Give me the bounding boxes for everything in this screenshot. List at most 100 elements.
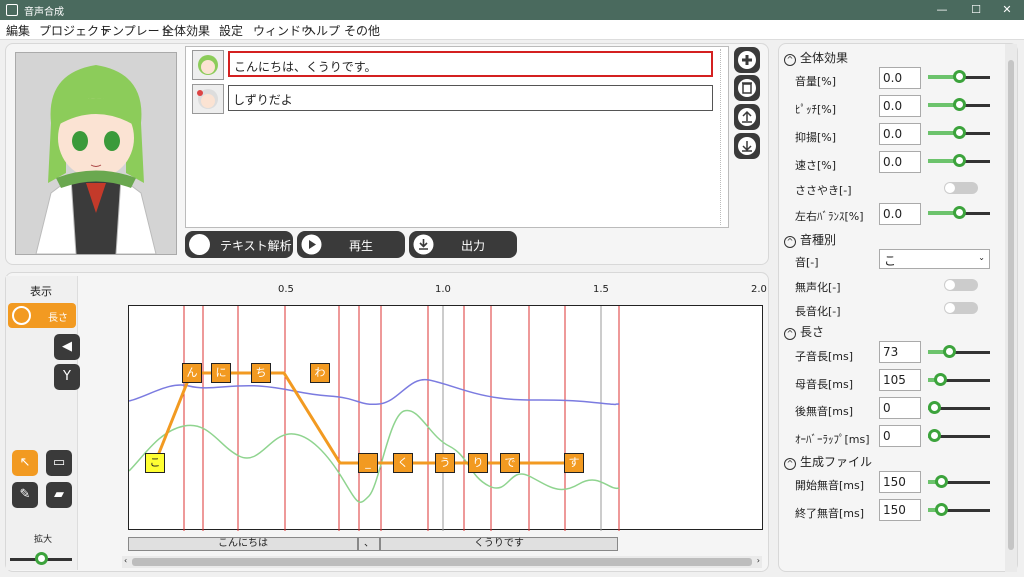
mora-box[interactable]: に <box>211 363 231 383</box>
consonant-length-input[interactable]: 73 <box>879 341 921 363</box>
slider-knob[interactable] <box>928 429 941 442</box>
end-silence-input[interactable]: 150 <box>879 499 921 521</box>
text-input-1[interactable]: こんにちは、くうりです。 <box>228 51 713 77</box>
menu-settings[interactable]: 設定 <box>219 22 243 39</box>
speed-input[interactable]: 0.0 <box>879 151 921 173</box>
post-silence-slider[interactable] <box>928 401 990 415</box>
output-file-header[interactable]: ^ 生成ファイル <box>784 453 872 470</box>
pitch-input[interactable]: 0.0 <box>879 95 921 117</box>
move-down-button[interactable] <box>734 133 760 159</box>
slider-knob[interactable] <box>934 373 947 386</box>
scrollbar-thumb[interactable] <box>1008 60 1014 550</box>
volume-slider[interactable] <box>928 70 990 84</box>
menu-other[interactable]: その他 <box>344 22 380 39</box>
start-silence-slider[interactable] <box>928 475 990 489</box>
slider-knob[interactable] <box>935 503 948 516</box>
overlap-label: ｵｰﾊﾞｰﾗｯﾌﾟ[ms] <box>795 433 870 446</box>
slider-knob[interactable] <box>953 70 966 83</box>
chevron-up-icon: ^ <box>784 54 796 66</box>
pen-tool-button[interactable]: ✎ <box>12 482 38 508</box>
balance-input[interactable]: 0.0 <box>879 203 921 225</box>
volume-view-button[interactable]: ◀ <box>54 334 80 360</box>
add-button[interactable] <box>734 47 760 73</box>
end-silence-slider[interactable] <box>928 503 990 517</box>
phoneme-graph[interactable]: こ んにち わ _ く うりで す <box>128 305 763 531</box>
ruler-tool-button[interactable]: ▭ <box>46 450 72 476</box>
avatar[interactable] <box>192 84 224 114</box>
list-scrollbar[interactable] <box>720 49 726 225</box>
long-vowel-toggle[interactable] <box>944 302 978 314</box>
speed-slider[interactable] <box>928 154 990 168</box>
post-silence-label: 後無音[ms] <box>795 405 854 418</box>
slider-knob[interactable] <box>928 401 941 414</box>
mora-box[interactable]: ち <box>251 363 271 383</box>
zoom-label: 拡大 <box>34 535 53 545</box>
mora-box[interactable]: こ <box>145 453 165 473</box>
eraser-tool-button[interactable]: ▰ <box>46 482 72 508</box>
segment-label[interactable]: こんにちは <box>128 537 358 551</box>
slider-knob[interactable] <box>943 345 956 358</box>
mora-box[interactable]: _ <box>358 453 378 473</box>
vowel-length-slider[interactable] <box>928 373 990 387</box>
slider-knob[interactable] <box>935 475 948 488</box>
menu-help[interactable]: ヘルプ <box>304 22 340 39</box>
mora-box[interactable]: く <box>393 453 413 473</box>
chevron-up-icon: ^ <box>784 236 796 248</box>
balance-slider[interactable] <box>928 206 990 220</box>
slider-knob[interactable] <box>953 154 966 167</box>
slider-knob[interactable] <box>953 126 966 139</box>
settings-scrollbar[interactable] <box>1005 44 1017 572</box>
close-button[interactable]: ✕ <box>990 0 1024 20</box>
analyze-button[interactable]: テキスト解析 <box>185 231 293 258</box>
start-silence-input[interactable]: 150 <box>879 471 921 493</box>
menu-global-effects[interactable]: 全体効果 <box>162 22 210 39</box>
select-tool-button[interactable]: ↖ <box>12 450 38 476</box>
pitch-view-button[interactable]: Y <box>54 364 80 390</box>
segment-label[interactable]: 、 <box>358 537 380 551</box>
mora-box[interactable]: り <box>468 453 488 473</box>
maximize-button[interactable]: ☐ <box>959 0 993 20</box>
segment-label[interactable]: くうりです <box>380 537 618 551</box>
intonation-input[interactable]: 0.0 <box>879 123 921 145</box>
slider-knob[interactable] <box>953 206 966 219</box>
menu-edit[interactable]: 編集 <box>6 22 30 39</box>
volume-input[interactable]: 0.0 <box>879 67 921 89</box>
length-header[interactable]: ^ 長さ <box>784 323 824 340</box>
whisper-toggle[interactable] <box>944 182 978 194</box>
intonation-slider[interactable] <box>928 126 990 140</box>
download-icon <box>413 234 434 255</box>
minimize-button[interactable]: — <box>925 0 959 20</box>
scroll-right-icon[interactable]: › <box>757 556 760 565</box>
vowel-length-input[interactable]: 105 <box>879 369 921 391</box>
zoom-slider[interactable] <box>10 552 72 566</box>
delete-button[interactable] <box>734 75 760 101</box>
overlap-slider[interactable] <box>928 429 990 443</box>
play-button[interactable]: 再生 <box>297 231 405 258</box>
text-input-2[interactable]: しずりだよ <box>228 85 713 111</box>
mora-box[interactable]: ん <box>182 363 202 383</box>
menu-template[interactable]: テンプレート <box>100 22 172 39</box>
scrollbar-thumb[interactable] <box>132 558 752 566</box>
overlap-input[interactable]: 0 <box>879 425 921 447</box>
post-silence-input[interactable]: 0 <box>879 397 921 419</box>
mora-box[interactable]: わ <box>310 363 330 383</box>
zoom-slider-knob[interactable] <box>35 552 48 565</box>
global-effects-header[interactable]: ^ 全体効果 <box>784 49 848 66</box>
mora-box[interactable]: す <box>564 453 584 473</box>
move-up-button[interactable] <box>734 104 760 130</box>
display-label: 表示 <box>30 285 52 298</box>
sound-select[interactable]: こ ⌄ <box>879 249 990 269</box>
output-button[interactable]: 出力 <box>409 231 517 258</box>
timeline-scrollbar[interactable]: ‹ › <box>122 556 762 568</box>
phoneme-header[interactable]: ^ 音種別 <box>784 231 836 248</box>
slider-knob[interactable] <box>953 98 966 111</box>
pitch-slider[interactable] <box>928 98 990 112</box>
consonant-length-slider[interactable] <box>928 345 990 359</box>
scroll-left-icon[interactable]: ‹ <box>124 556 127 565</box>
plus-icon <box>738 51 756 69</box>
devoice-toggle[interactable] <box>944 279 978 291</box>
avatar[interactable] <box>192 50 224 80</box>
mora-box[interactable]: う <box>435 453 455 473</box>
mora-box[interactable]: で <box>500 453 520 473</box>
length-view-button[interactable]: 長さ <box>8 303 76 328</box>
